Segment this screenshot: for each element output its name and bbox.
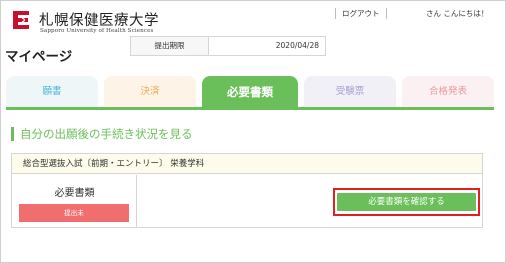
- tab-application[interactable]: 願書: [6, 76, 98, 108]
- confirm-button-highlight: 必要書類を確認する: [333, 188, 480, 216]
- tab-results[interactable]: 合格発表: [402, 76, 494, 108]
- university-logo-icon: [13, 11, 29, 29]
- tab-underline: [6, 107, 494, 110]
- logout-link[interactable]: ログアウト: [342, 8, 380, 19]
- tab-bar: 願書 決済 必要書類 受験票 合格発表: [6, 76, 494, 108]
- greeting-text: さん こんにちは！: [426, 9, 489, 18]
- section-title: 自分の出願後の手続き状況を見る: [11, 127, 193, 141]
- document-status-cell: 必要書類 提出未: [12, 175, 137, 227]
- deadline-row: 提出期限 2020/04/28: [130, 36, 326, 56]
- page-title: マイページ: [5, 49, 73, 65]
- tab-payment[interactable]: 決済: [104, 76, 196, 108]
- tab-required-documents[interactable]: 必要書類: [202, 76, 298, 108]
- logo-subtitle: Sapporo University of Health Sciences: [40, 28, 154, 34]
- application-heading: 総合型選抜入試〔前期・エントリー〕 栄養学科: [12, 154, 482, 174]
- logo-title: 札幌保健医療大学: [39, 13, 159, 29]
- documents-label: 必要書類: [54, 188, 95, 199]
- status-badge: 提出未: [19, 204, 129, 222]
- logout-wrapper: ログアウト: [335, 8, 387, 19]
- site-header: 札幌保健医療大学 Sapporo University of Health Sc…: [0, 0, 506, 40]
- tab-admission-ticket[interactable]: 受験票: [304, 76, 396, 108]
- deadline-value: 2020/04/28: [275, 41, 319, 50]
- deadline-label: 提出期限: [131, 37, 209, 55]
- confirm-documents-button[interactable]: 必要書類を確認する: [337, 193, 476, 211]
